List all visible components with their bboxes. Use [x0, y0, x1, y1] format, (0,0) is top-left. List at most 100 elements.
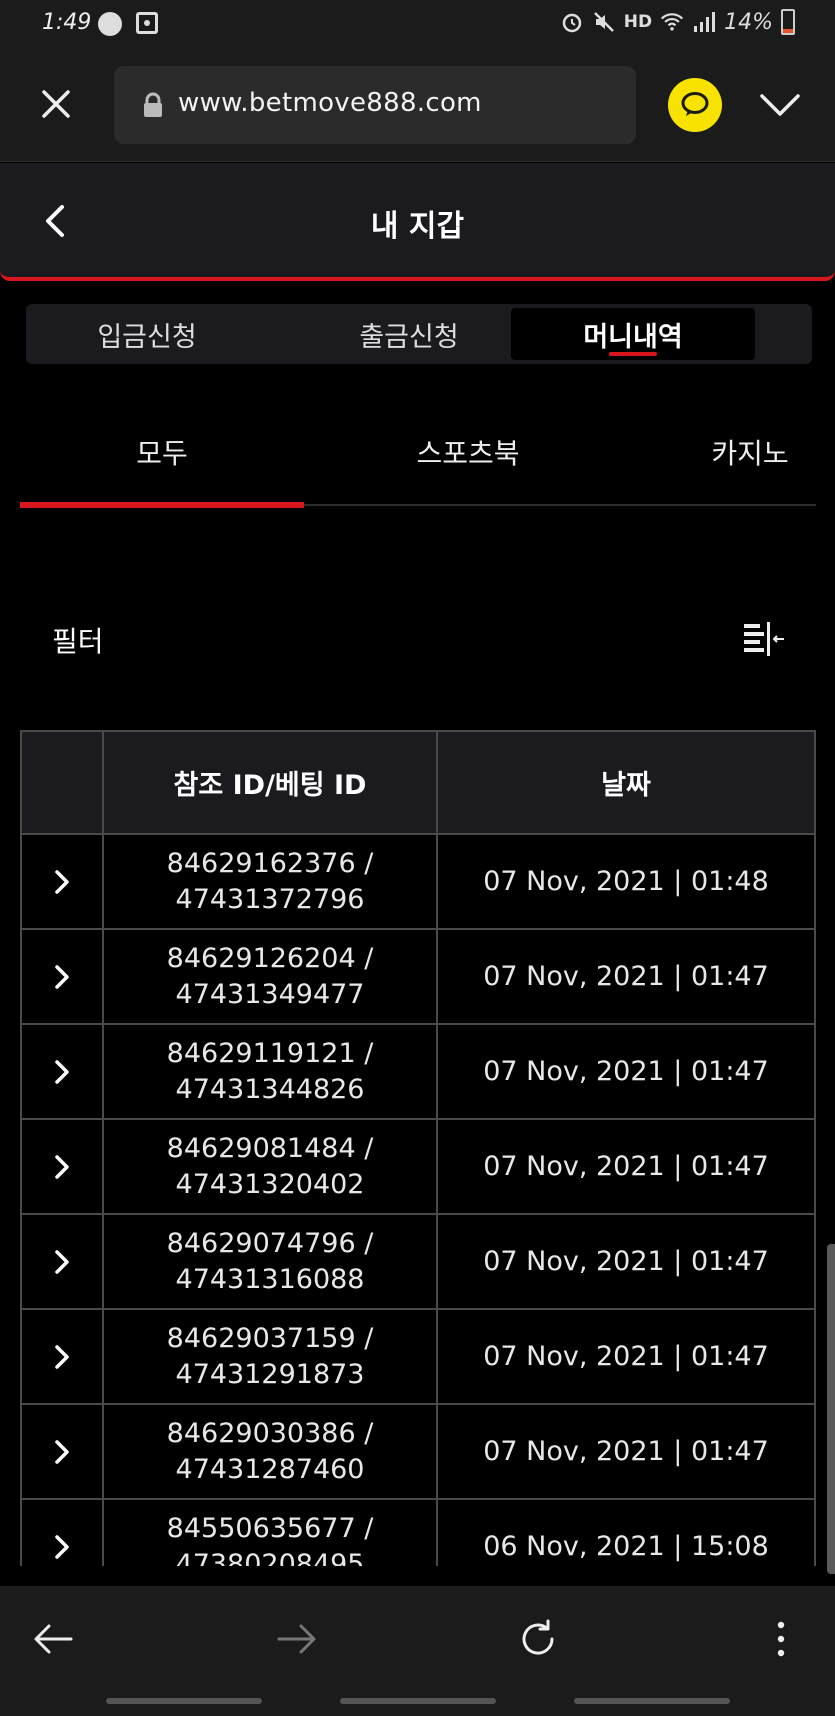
status-indicators: HD 14%	[560, 9, 795, 35]
battery-icon	[781, 9, 795, 35]
table-row[interactable]: 84629081484 / 47431320402 07 Nov, 2021 | 0…	[22, 1120, 814, 1215]
table-header: 참조 ID/베팅 ID 날짜	[22, 732, 814, 835]
sub-tabs: 모두 스포츠북 카지노	[20, 410, 816, 508]
row-expand-button[interactable]	[22, 1310, 104, 1403]
subtab-label: 스포츠북	[416, 437, 520, 470]
back-icon[interactable]	[28, 1614, 78, 1664]
table-row[interactable]: 84629162376 / 47431372796 07 Nov, 2021 | 0…	[22, 835, 814, 930]
row-expand-button[interactable]	[22, 835, 104, 928]
bet-id: 47431349477	[175, 978, 365, 1010]
date-cell: 07 Nov, 2021 | 01:47	[438, 1120, 814, 1213]
tab-withdraw-request[interactable]: 출금신청	[296, 308, 522, 360]
row-expand-button[interactable]	[22, 1120, 104, 1213]
ref-id: 84550635677 /	[166, 1512, 374, 1544]
ref-bet-id-cell: 84550635677 / 47380208495	[104, 1500, 438, 1566]
tab-label: 입금신청	[97, 321, 197, 353]
table-row[interactable]: 84629119121 / 47431344826 07 Nov, 2021 | 0…	[22, 1025, 814, 1120]
main-tabs: 입금신청 출금신청 머니내역	[26, 304, 812, 364]
ref-bet-id-cell: 84629081484 / 47431320402	[104, 1120, 438, 1213]
chevron-right-icon	[55, 1534, 69, 1559]
chevron-down-icon[interactable]	[758, 88, 802, 122]
ref-bet-id-cell: 84629126204 / 47431349477	[104, 930, 438, 1023]
chevron-right-icon	[55, 1249, 69, 1274]
table-row[interactable]: 84629126204 / 47431349477 07 Nov, 2021 | 0…	[22, 930, 814, 1025]
notification-icons	[98, 12, 158, 36]
table-row[interactable]: 84629074796 / 47431316088 07 Nov, 2021 | 0…	[22, 1215, 814, 1310]
table-body: 84629162376 / 47431372796 07 Nov, 2021 | 0…	[22, 835, 814, 1566]
row-expand-button[interactable]	[22, 1405, 104, 1498]
subtab-casino[interactable]: 카지노	[640, 410, 835, 494]
chat-bubble-icon	[681, 92, 709, 116]
subtab-sportsbook[interactable]: 스포츠북	[320, 410, 616, 494]
mute-icon	[592, 10, 616, 34]
chevron-right-icon	[55, 1154, 69, 1179]
row-expand-button[interactable]	[22, 1025, 104, 1118]
refresh-icon[interactable]	[513, 1614, 563, 1664]
ref-id: 84629162376 /	[166, 847, 374, 879]
bet-id: 47431291873	[175, 1358, 365, 1390]
bet-id: 47431372796	[175, 883, 365, 915]
signal-icon	[692, 10, 716, 34]
page-title: 내 지갑	[370, 209, 465, 244]
ref-id: 84629074796 /	[166, 1227, 374, 1259]
ref-id: 84629037159 /	[166, 1322, 374, 1354]
date-cell: 07 Nov, 2021 | 01:47	[438, 1025, 814, 1118]
ref-bet-id-cell: 84629030386 / 47431287460	[104, 1405, 438, 1498]
chat-notification-icon	[98, 12, 122, 36]
chevron-right-icon	[55, 1344, 69, 1369]
ref-id: 84629119121 /	[166, 1037, 374, 1069]
date-value: 07 Nov, 2021 | 01:47	[483, 960, 769, 992]
ref-id: 84629126204 /	[166, 942, 374, 974]
table-row[interactable]: 84550635677 / 47380208495 06 Nov, 2021 | 1…	[22, 1500, 814, 1566]
lock-icon	[142, 92, 164, 118]
tab-deposit-request[interactable]: 입금신청	[34, 308, 260, 360]
tab-money-history[interactable]: 머니내역	[511, 308, 755, 360]
subtab-all[interactable]: 모두	[20, 410, 304, 508]
gesture-pill-left	[106, 1698, 262, 1704]
filter-toggle-icon[interactable]	[742, 620, 786, 658]
date-value: 07 Nov, 2021 | 01:47	[483, 1150, 769, 1182]
address-bar[interactable]: www.betmove888.com	[114, 66, 636, 144]
active-tab-underline	[609, 352, 657, 356]
alarm-icon	[560, 10, 584, 34]
ref-bet-id-cell: 84629037159 / 47431291873	[104, 1310, 438, 1403]
ref-id: 84629081484 /	[166, 1132, 374, 1164]
row-expand-button[interactable]	[22, 1215, 104, 1308]
gesture-pill-center	[340, 1698, 496, 1704]
gesture-bar	[0, 1698, 835, 1706]
date-cell: 07 Nov, 2021 | 01:48	[438, 835, 814, 928]
battery-percent: 14%	[724, 9, 773, 35]
subtab-label: 모두	[136, 437, 188, 470]
table-row[interactable]: 84629030386 / 47431287460 07 Nov, 2021 | 0…	[22, 1405, 814, 1500]
date-value: 07 Nov, 2021 | 01:47	[483, 1435, 769, 1467]
scrollbar-handle[interactable]	[827, 1244, 835, 1574]
hd-voice-icon: HD	[623, 12, 653, 32]
date-cell: 07 Nov, 2021 | 01:47	[438, 1405, 814, 1498]
money-history-table: 참조 ID/베팅 ID 날짜 84629162376 / 47431372796 0…	[20, 730, 816, 1566]
status-bar: 1:49 HD 14%	[0, 0, 835, 50]
chevron-right-icon	[55, 964, 69, 989]
url-text: www.betmove888.com	[178, 88, 482, 118]
bet-id: 47431287460	[175, 1453, 365, 1485]
kakao-chat-button[interactable]	[668, 78, 722, 132]
row-expand-button[interactable]	[22, 1500, 104, 1566]
row-expand-button[interactable]	[22, 930, 104, 1023]
date-cell: 07 Nov, 2021 | 01:47	[438, 1215, 814, 1308]
bet-id: 47431316088	[175, 1263, 365, 1295]
browser-toolbar: www.betmove888.com	[0, 50, 835, 162]
tab-label: 출금신청	[359, 321, 459, 353]
date-cell: 06 Nov, 2021 | 15:08	[438, 1500, 814, 1566]
gesture-pill-right	[574, 1698, 730, 1704]
ref-bet-id-cell: 84629074796 / 47431316088	[104, 1215, 438, 1308]
date-cell: 07 Nov, 2021 | 01:47	[438, 930, 814, 1023]
close-icon[interactable]	[36, 84, 76, 124]
status-time: 1:49	[42, 10, 92, 35]
forward-icon[interactable]	[272, 1614, 322, 1664]
date-value: 07 Nov, 2021 | 01:47	[483, 1055, 769, 1087]
date-value: 07 Nov, 2021 | 01:47	[483, 1245, 769, 1277]
tab-label: 머니내역	[583, 321, 683, 353]
table-row[interactable]: 84629037159 / 47431291873 07 Nov, 2021 | 0…	[22, 1310, 814, 1405]
bet-id: 47431344826	[175, 1073, 365, 1105]
more-options-icon[interactable]	[756, 1614, 806, 1664]
ref-bet-id-cell: 84629162376 / 47431372796	[104, 835, 438, 928]
